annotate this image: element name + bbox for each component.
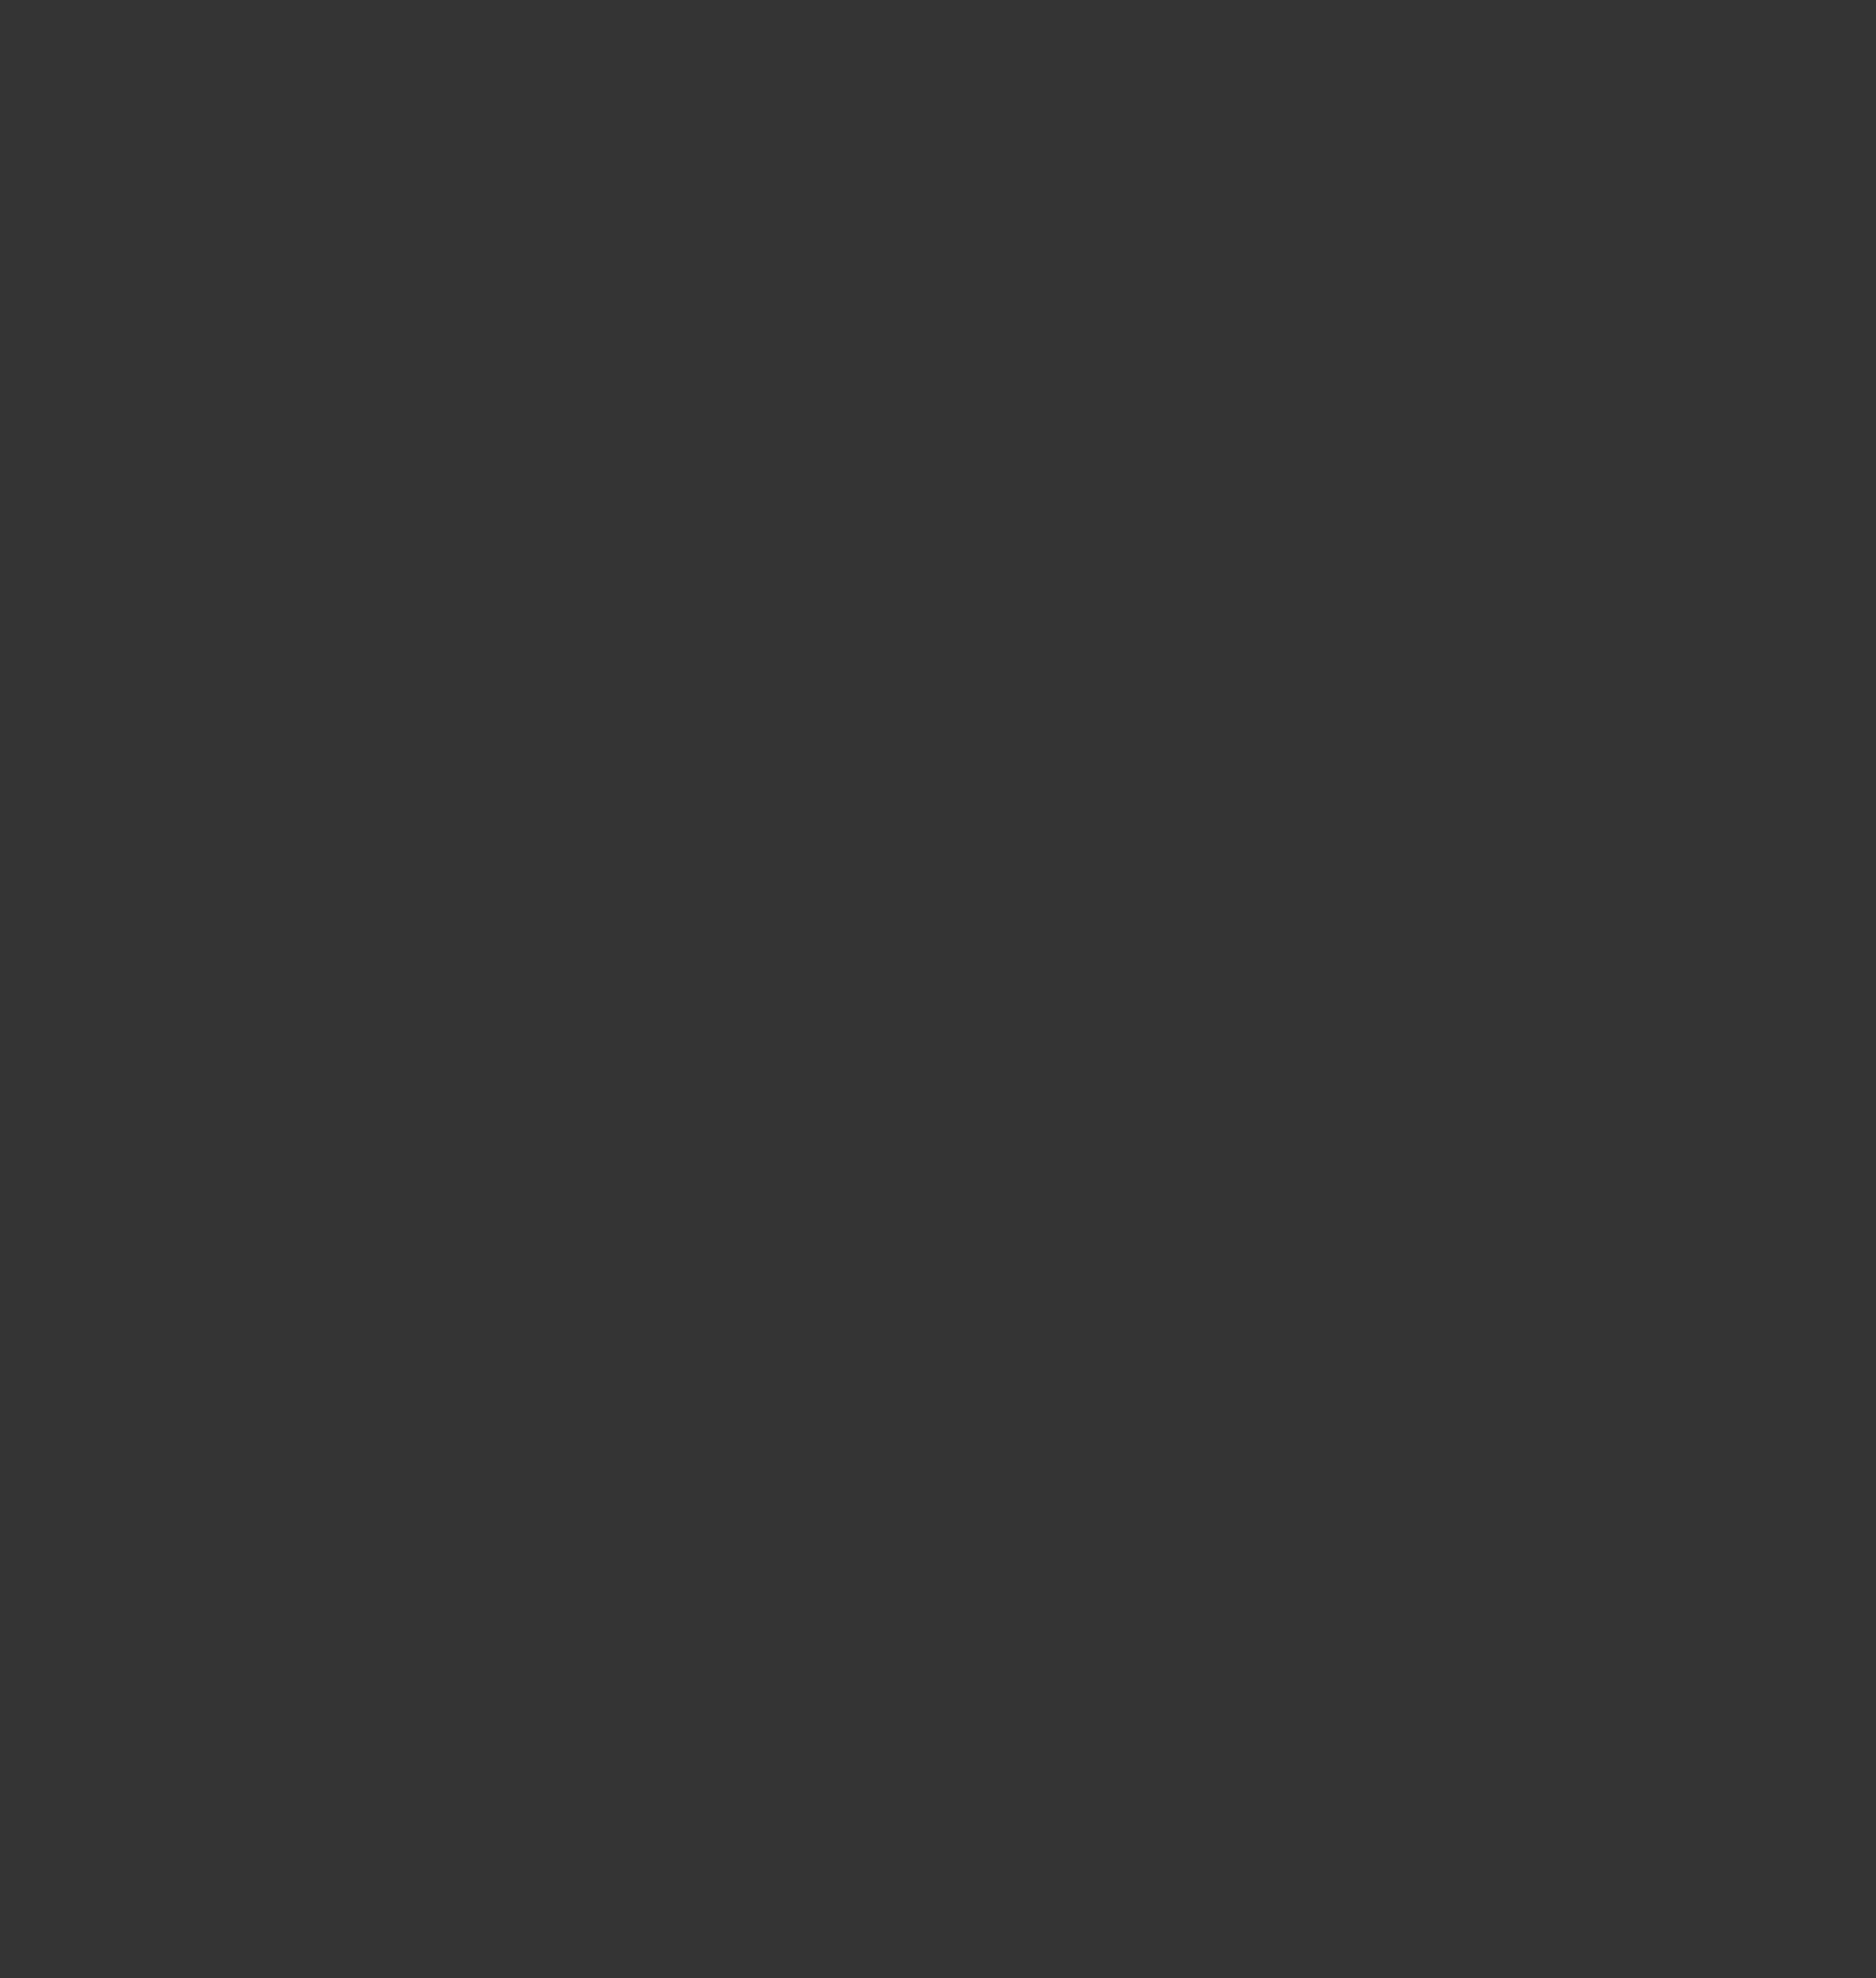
signal-analysis-window (0, 0, 1876, 1978)
waveform-canvas[interactable] (0, 633, 1876, 1244)
frequency-response-canvas[interactable] (0, 1244, 1876, 1978)
spectrogram-canvas[interactable] (0, 0, 1876, 633)
